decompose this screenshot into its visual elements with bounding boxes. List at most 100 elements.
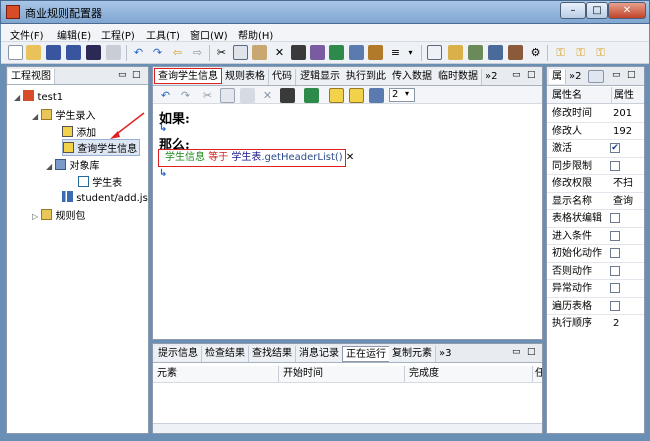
undo-icon[interactable]: ↶	[158, 88, 173, 103]
property-checkbox[interactable]	[610, 300, 620, 311]
property-row[interactable]: 初始化动作	[547, 245, 644, 263]
tree-item-object-library[interactable]: ◢ 对象库	[46, 157, 100, 172]
panel-minimize-icon[interactable]: ▭	[512, 347, 521, 357]
tree-item-student-table[interactable]: 学生表	[78, 174, 122, 189]
tab-search-results[interactable]: 查找结果	[249, 346, 296, 362]
property-row[interactable]: 修改人 192	[547, 123, 644, 140]
column-start-time[interactable]: 开始时间	[279, 366, 405, 382]
property-checkbox[interactable]	[610, 265, 620, 276]
find-icon[interactable]	[291, 45, 306, 60]
tab-hints[interactable]: 提示信息	[155, 346, 202, 362]
property-checkbox[interactable]	[610, 283, 620, 293]
key-remove-icon[interactable]: ⚿	[593, 45, 608, 60]
tab-overflow[interactable]: »3	[436, 346, 454, 362]
tab-overflow[interactable]: »2	[482, 69, 500, 85]
action-method[interactable]: .getHeaderList()	[261, 152, 342, 163]
property-checkbox[interactable]	[610, 160, 620, 171]
column-element[interactable]: 元素	[153, 366, 279, 382]
cut-icon[interactable]: ✂	[200, 88, 215, 103]
save-as-icon[interactable]	[86, 45, 101, 60]
save-all-icon[interactable]	[66, 45, 81, 60]
menu-window[interactable]: 窗口(W)	[190, 27, 228, 42]
tab-temp-data[interactable]: 临时数据	[435, 69, 482, 85]
refresh-icon[interactable]	[304, 88, 319, 103]
panel-minimize-icon[interactable]: ▭	[512, 70, 521, 80]
property-checkbox[interactable]	[610, 248, 620, 258]
wizard-icon[interactable]	[310, 45, 325, 60]
deploy-icon[interactable]	[468, 45, 483, 60]
action-value[interactable]: 学生表	[231, 152, 261, 163]
delete-icon[interactable]: ✕	[260, 88, 275, 103]
menu-file[interactable]: 文件(F)	[10, 27, 44, 42]
property-row[interactable]: 显示名称 查询	[547, 193, 644, 210]
tab-running[interactable]: 正在运行	[342, 346, 390, 362]
remove-action-icon[interactable]: ✕	[346, 152, 354, 163]
print-icon[interactable]	[106, 45, 121, 60]
publish-icon[interactable]	[349, 45, 364, 60]
tab-code[interactable]: 代码	[269, 69, 296, 85]
action-operator[interactable]: 等于	[208, 152, 228, 163]
property-checkbox[interactable]	[610, 230, 620, 241]
paste-icon[interactable]	[240, 88, 255, 103]
back-arrow-icon[interactable]: ⇦	[170, 45, 185, 60]
zoom-dropdown-icon[interactable]: ▾	[405, 89, 409, 98]
package-icon[interactable]	[448, 45, 463, 60]
tree-item-rule-package[interactable]: ▷ 规则包	[32, 207, 86, 222]
undo-icon[interactable]: ↶	[131, 45, 146, 60]
save-icon[interactable]	[46, 45, 61, 60]
panel-minimize-icon[interactable]: ▭	[612, 70, 621, 80]
refresh-icon[interactable]	[329, 45, 344, 60]
delete-icon[interactable]: ✕	[272, 45, 287, 60]
paste-icon[interactable]	[252, 45, 267, 60]
tree-item-add[interactable]: 添加	[62, 124, 96, 139]
tab-check-results[interactable]: 检查结果	[202, 346, 249, 362]
tab-properties[interactable]: 属	[549, 69, 566, 84]
tab-project-view[interactable]: 工程视图	[8, 69, 55, 84]
property-row[interactable]: 执行顺序 2	[547, 315, 644, 333]
property-row[interactable]: 否则动作	[547, 263, 644, 280]
property-row[interactable]: 进入条件	[547, 228, 644, 245]
window-icon[interactable]	[427, 45, 442, 60]
add-action-icon[interactable]: ↳	[159, 168, 167, 179]
open-folder-icon[interactable]	[26, 45, 41, 60]
action-target[interactable]: 学生信息	[165, 152, 205, 163]
close-button[interactable]: ✕	[608, 2, 646, 19]
zoom-select[interactable]: 2	[389, 88, 415, 102]
menu-project[interactable]: 工程(P)	[101, 27, 135, 42]
cut-icon[interactable]: ✂	[214, 45, 229, 60]
menu-tools[interactable]: 工具(T)	[146, 27, 180, 42]
action-expression[interactable]: 学生信息 等于 学生表.getHeaderList() ✕	[158, 149, 354, 167]
tab-overflow[interactable]: »2	[566, 69, 584, 84]
key-icon[interactable]: ⚿	[553, 45, 568, 60]
panel-maximize-icon[interactable]: □	[527, 70, 536, 80]
rule-canvas[interactable]	[153, 105, 542, 339]
tab-query-student-info[interactable]: 查询学生信息	[154, 68, 222, 84]
property-checkbox-checked[interactable]: ✔	[610, 143, 620, 153]
tree-item-student-input[interactable]: ◢ 学生录入	[32, 107, 96, 122]
tab-message-log[interactable]: 消息记录	[296, 346, 343, 362]
panel-maximize-icon[interactable]: □	[627, 70, 636, 80]
panel-maximize-icon[interactable]: □	[132, 70, 141, 80]
property-row[interactable]: 同步限制	[547, 158, 644, 175]
debug-icon[interactable]	[508, 45, 523, 60]
minimize-button[interactable]: –	[560, 2, 586, 19]
tab-logic-display[interactable]: 逻辑显示	[297, 69, 344, 85]
expander-open-icon[interactable]: ◢	[32, 112, 38, 121]
key-add-icon[interactable]: ⚿	[573, 45, 588, 60]
forward-arrow-icon[interactable]: ⇨	[190, 45, 205, 60]
test-icon[interactable]	[488, 45, 503, 60]
tab-input-data[interactable]: 传入数据	[389, 69, 436, 85]
sort-properties-icon[interactable]	[588, 70, 604, 83]
redo-icon[interactable]: ↷	[178, 88, 193, 103]
redo-icon[interactable]: ↷	[150, 45, 165, 60]
property-checkbox[interactable]	[610, 213, 620, 223]
tree-item-test1[interactable]: ◢ test1	[14, 90, 63, 103]
horizontal-scrollbar[interactable]	[153, 423, 542, 433]
menu-edit[interactable]: 编辑(E)	[57, 27, 91, 42]
expander-open-icon[interactable]: ◢	[14, 93, 20, 102]
tab-run-to-here[interactable]: 执行到此	[343, 69, 390, 85]
property-row[interactable]: 表格状编辑	[547, 210, 644, 228]
tab-rule-table[interactable]: 规则表格	[222, 69, 269, 85]
column-progress[interactable]: 完成度	[405, 366, 533, 382]
property-row[interactable]: 修改权限 不扫	[547, 175, 644, 193]
